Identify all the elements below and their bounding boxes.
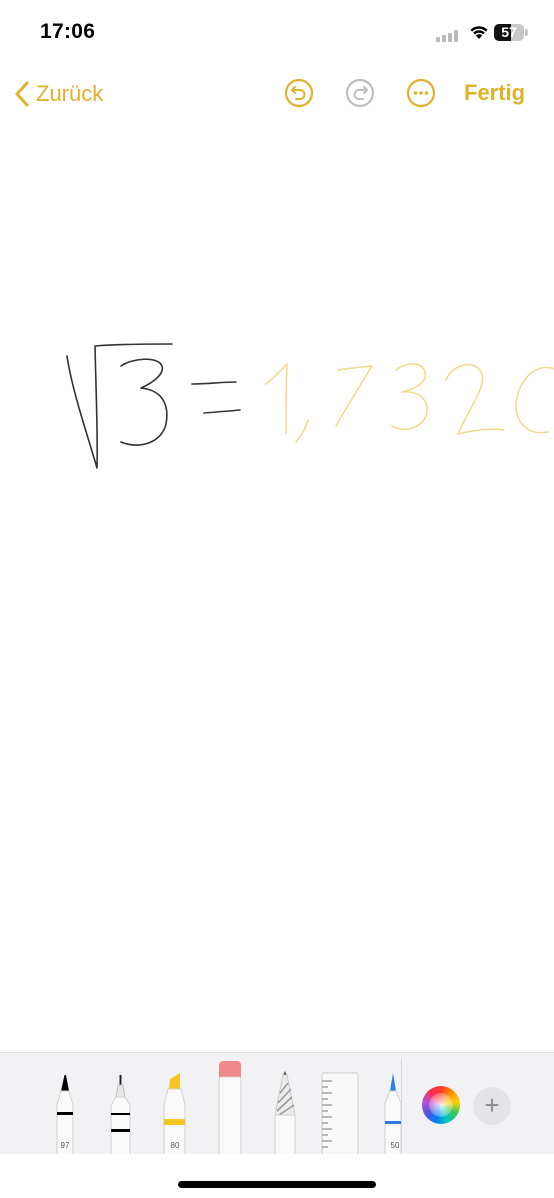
back-button[interactable]: Zurück [14, 76, 103, 112]
pen-tool[interactable] [52, 1053, 78, 1155]
ruler-tool[interactable] [320, 1053, 360, 1155]
marker-tool[interactable] [160, 1053, 190, 1155]
marker-width-label: 80 [170, 1141, 180, 1150]
add-tool-button[interactable]: + [473, 1087, 511, 1125]
done-button[interactable]: Fertig [464, 80, 525, 106]
battery-level: 57 [501, 24, 517, 40]
battery-cap [525, 29, 528, 36]
drawing-canvas[interactable] [0, 120, 554, 1050]
wifi-icon [470, 26, 488, 39]
fountain-pen-width-label: 50 [390, 1141, 400, 1150]
back-label: Zurück [36, 81, 104, 106]
toolbar-divider [401, 1059, 402, 1151]
undo-icon[interactable] [284, 78, 314, 108]
battery-icon: 57 [494, 24, 524, 41]
pen-width-label: 97 [60, 1141, 70, 1150]
status-bar: 17:06 57 [0, 0, 554, 60]
fineliner-tool[interactable] [107, 1053, 135, 1155]
handwriting-drawing [66, 343, 554, 469]
drawing-screen: 17:06 57 Zurück Fertig 97 80 50 + [0, 0, 554, 1198]
pencil-tool[interactable] [270, 1053, 300, 1155]
home-area [0, 1154, 554, 1198]
cellular-signal-icon [436, 30, 458, 42]
fountain-pen-tool[interactable] [380, 1053, 406, 1155]
eraser-tool[interactable] [215, 1053, 245, 1155]
home-indicator[interactable] [178, 1181, 376, 1188]
drawing-toolbar: 97 80 50 [0, 1052, 554, 1155]
status-time: 17:06 [40, 20, 96, 43]
more-icon[interactable] [406, 78, 436, 108]
nav-bar: Zurück Fertig [0, 68, 554, 120]
color-picker-icon[interactable] [422, 1086, 460, 1124]
redo-icon[interactable] [345, 78, 375, 108]
chevron-left-icon [15, 81, 29, 107]
